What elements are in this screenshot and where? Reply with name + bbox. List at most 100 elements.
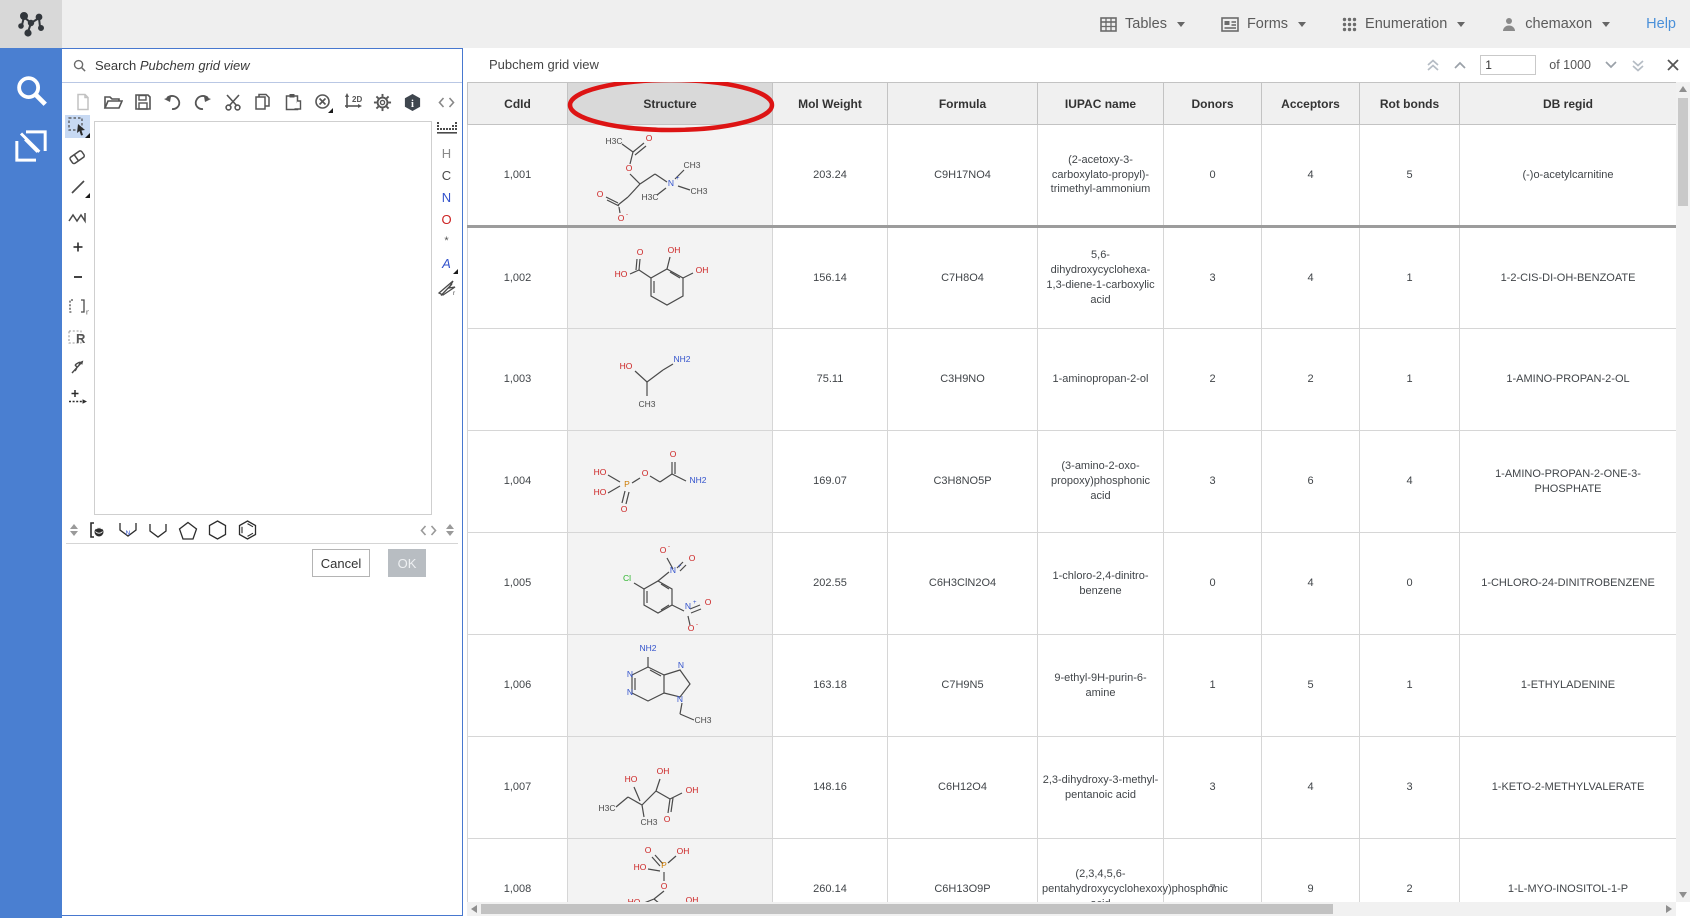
copy-icon[interactable] <box>252 92 273 113</box>
cell-acceptors[interactable]: 4 <box>1262 533 1360 635</box>
cell-rot_bonds[interactable]: 0 <box>1360 533 1460 635</box>
help-link[interactable]: Help <box>1646 16 1676 32</box>
column-header-acceptors[interactable]: Acceptors <box>1262 83 1360 125</box>
undo-icon[interactable] <box>162 92 183 113</box>
cell-cdid[interactable]: 1,001 <box>468 125 568 227</box>
cell-cdid[interactable]: 1,002 <box>468 227 568 329</box>
search-input[interactable]: Search Pubchem grid view <box>62 49 462 83</box>
cell-donors[interactable]: 3 <box>1164 431 1262 533</box>
menu-forms[interactable]: Forms <box>1221 16 1306 32</box>
cell-iupac[interactable]: (2-acetoxy-3-carboxylato-propyl)-trimeth… <box>1038 125 1164 227</box>
atom-button-H[interactable]: H <box>435 142 458 164</box>
cell-db_regid[interactable]: 1-AMINO-PROPAN-2-OL <box>1460 329 1677 431</box>
menu-user[interactable]: chemaxon <box>1501 16 1610 32</box>
table-row[interactable]: 1,005ClN+O-ON+OO-202.55C6H3ClN2O41-chlor… <box>468 533 1677 635</box>
structure-cell[interactable]: HONH2CH3 <box>568 329 773 431</box>
cell-rot_bonds[interactable]: 2 <box>1360 839 1460 903</box>
cell-cdid[interactable]: 1,004 <box>468 431 568 533</box>
cell-cdid[interactable]: 1,007 <box>468 737 568 839</box>
reaction-arrow-tool[interactable] <box>65 385 90 408</box>
cyclopentane-open-template[interactable] <box>147 520 168 541</box>
cell-acceptors[interactable]: 6 <box>1262 431 1360 533</box>
cell-donors[interactable]: 0 <box>1164 533 1262 635</box>
cell-mol_weight[interactable]: 169.07 <box>773 431 888 533</box>
template-spinner-right[interactable] <box>446 524 454 536</box>
cell-acceptors[interactable]: 2 <box>1262 329 1360 431</box>
cell-acceptors[interactable]: 4 <box>1262 125 1360 227</box>
cell-iupac[interactable]: 1-aminopropan-2-ol <box>1038 329 1164 431</box>
clean-wand-icon[interactable]: r <box>435 277 458 299</box>
previous-page-button[interactable] <box>1453 61 1467 69</box>
cell-mol_weight[interactable]: 260.14 <box>773 839 888 903</box>
column-header-rot-bonds[interactable]: Rot bonds <box>1360 83 1460 125</box>
pyrrole-template[interactable]: N <box>117 520 138 541</box>
cancel-button[interactable]: Cancel <box>312 549 370 577</box>
structure-cell[interactable]: H3COON+CH3CH3H3COO- <box>568 125 773 227</box>
cell-mol_weight[interactable]: 75.11 <box>773 329 888 431</box>
structure-cell[interactable]: OHOOHOH <box>568 227 773 329</box>
column-header-cdid[interactable]: CdId <box>468 83 568 125</box>
cell-cdid[interactable]: 1,006 <box>468 635 568 737</box>
structure-cell[interactable]: H3CHOOHOOHCH3 <box>568 737 773 839</box>
structure-cell[interactable]: NH2NNNNCH3 <box>568 635 773 737</box>
cell-formula[interactable]: C7H9N5 <box>888 635 1038 737</box>
template-spinner-left[interactable] <box>70 524 78 536</box>
eraser-tool[interactable] <box>65 145 90 168</box>
menu-enumeration[interactable]: Enumeration <box>1342 16 1465 32</box>
cell-mol_weight[interactable]: 203.24 <box>773 125 888 227</box>
cell-acceptors[interactable]: 5 <box>1262 635 1360 737</box>
structure-cell[interactable]: OOHHOOPHOOH <box>568 839 773 903</box>
template-scroll-arrows[interactable] <box>420 525 437 536</box>
cell-formula[interactable]: C9H17NO4 <box>888 125 1038 227</box>
attachment-bond-tool[interactable] <box>65 355 90 378</box>
column-header-mol-weight[interactable]: Mol Weight <box>773 83 888 125</box>
cell-acceptors[interactable]: 4 <box>1262 737 1360 839</box>
cell-donors[interactable]: 1 <box>1164 635 1262 737</box>
atom-button-any[interactable]: * <box>435 230 458 252</box>
cell-mol_weight[interactable]: 202.55 <box>773 533 888 635</box>
cell-rot_bonds[interactable]: 4 <box>1360 431 1460 533</box>
save-icon[interactable] <box>132 92 153 113</box>
column-header-formula[interactable]: Formula <box>888 83 1038 125</box>
cell-cdid[interactable]: 1,005 <box>468 533 568 635</box>
cell-formula[interactable]: C6H3ClN2O4 <box>888 533 1038 635</box>
periodic-table-icon[interactable] <box>435 117 458 139</box>
toolbar-scroll-arrows[interactable] <box>438 97 455 108</box>
table-row[interactable]: 1,004PHOHOOOONH2169.07C3H8NO5P(3-amino-2… <box>468 431 1677 533</box>
cell-donors[interactable]: 3 <box>1164 227 1262 329</box>
scroll-down-button[interactable] <box>1676 888 1690 902</box>
column-header-db-regid[interactable]: DB regid <box>1460 83 1677 125</box>
sketcher-canvas[interactable] <box>94 121 432 515</box>
chain-tool[interactable] <box>65 205 90 228</box>
cell-mol_weight[interactable]: 156.14 <box>773 227 888 329</box>
table-row[interactable]: 1,002OHOOHOH156.14C7H8O45,6-dihydroxycyc… <box>468 227 1677 329</box>
atom-button-A[interactable]: A <box>435 252 458 274</box>
atom-button-C[interactable]: C <box>435 164 458 186</box>
cell-rot_bonds[interactable]: 1 <box>1360 227 1460 329</box>
cell-db_regid[interactable]: 1-L-MYO-INOSITOL-1-P <box>1460 839 1677 903</box>
cell-iupac[interactable]: 1-chloro-2,4-dinitro-benzene <box>1038 533 1164 635</box>
scroll-up-button[interactable] <box>1676 82 1690 96</box>
cell-donors[interactable]: 3 <box>1164 737 1262 839</box>
ok-button[interactable]: OK <box>388 549 426 577</box>
search-tool-button[interactable] <box>0 62 62 118</box>
cell-formula[interactable]: C3H9NO <box>888 329 1038 431</box>
open-icon[interactable] <box>102 92 123 113</box>
table-row[interactable]: 1,001H3COON+CH3CH3H3COO-203.24C9H17NO4(2… <box>468 125 1677 227</box>
paste-icon[interactable] <box>282 92 303 113</box>
vertical-scrollbar-thumb[interactable] <box>1678 98 1688 206</box>
table-row[interactable]: 1,008OOHHOOPHOOH260.14C6H13O9P(2,3,4,5,6… <box>468 839 1677 903</box>
cell-cdid[interactable]: 1,008 <box>468 839 568 903</box>
column-header-iupac-name[interactable]: IUPAC name <box>1038 83 1164 125</box>
cyclopentane-template[interactable] <box>177 520 198 541</box>
cell-cdid[interactable]: 1,003 <box>468 329 568 431</box>
table-row[interactable]: 1,003HONH2CH375.11C3H9NO1-aminopropan-2-… <box>468 329 1677 431</box>
cell-formula[interactable]: C3H8NO5P <box>888 431 1038 533</box>
cell-mol_weight[interactable]: 163.18 <box>773 635 888 737</box>
cell-rot_bonds[interactable]: 1 <box>1360 635 1460 737</box>
next-page-button[interactable] <box>1604 61 1618 69</box>
cell-db_regid[interactable]: (-)o-acetylcarnitine <box>1460 125 1677 227</box>
chemaxon-logo[interactable] <box>0 0 62 48</box>
page-number-input[interactable] <box>1480 55 1536 75</box>
menu-tables[interactable]: Tables <box>1100 16 1185 32</box>
